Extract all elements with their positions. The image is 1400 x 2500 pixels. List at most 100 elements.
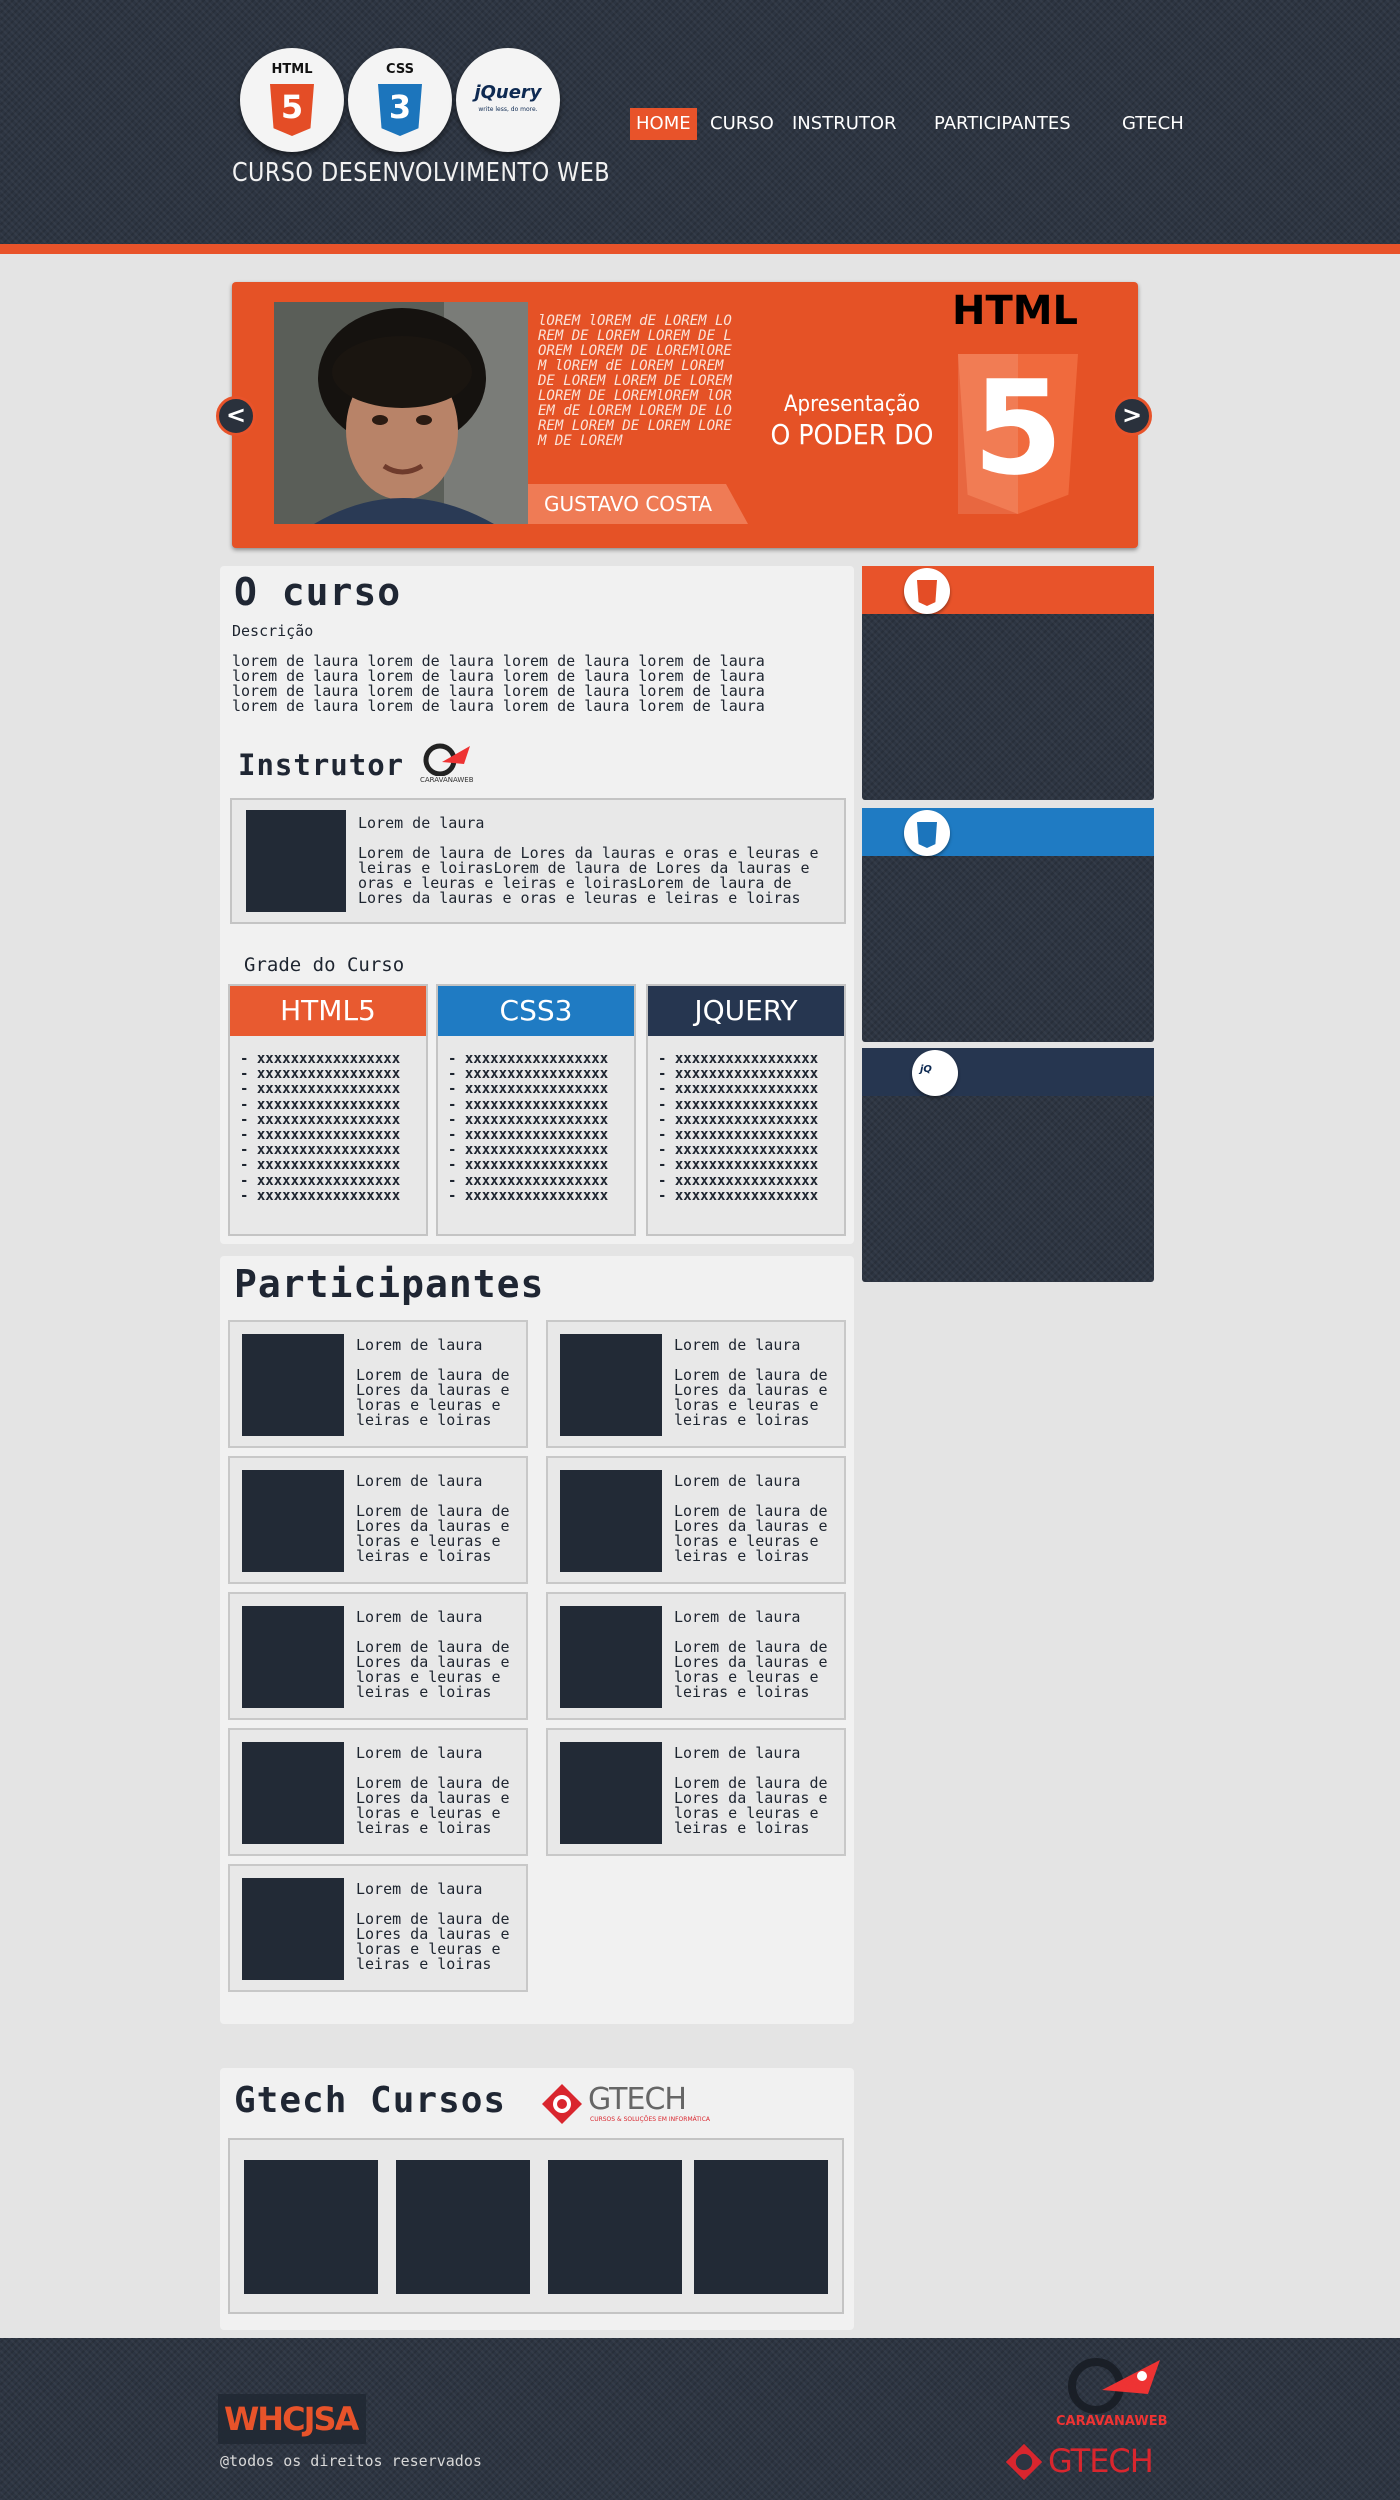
grade-item: - xxxxxxxxxxxxxxxxx [240, 1142, 401, 1159]
grade-item: - xxxxxxxxxxxxxxxxx [240, 1187, 401, 1204]
grade-item: - xxxxxxxxxxxxxxxxx [658, 1096, 819, 1113]
grade-title: Grade do Curso [244, 954, 405, 976]
gtech-title: Gtech Cursos [234, 2080, 507, 2121]
participante-bio: Lorem de laura de Lores da lauras e lora… [674, 1502, 828, 1565]
instrutor-name: Lorem de laura [358, 814, 485, 832]
sidebar-html5-box[interactable] [862, 566, 1154, 800]
gtech-course-thumb[interactable] [244, 2160, 378, 2294]
gtech-logo: GTECH CURSOS & SOLUÇÕES EM INFORMÁTICA [540, 2082, 740, 2126]
participante-name: Lorem de laura [674, 1608, 801, 1626]
grade-item: - xxxxxxxxxxxxxxxxx [448, 1172, 609, 1189]
participante-card[interactable]: Lorem de laura Lorem de laura de Lores da… [546, 1728, 846, 1856]
grade-item: - xxxxxxxxxxxxxxxxx [658, 1142, 819, 1159]
nav-instrutor[interactable]: INSTRUTOR [786, 108, 903, 140]
html5-icon [904, 568, 950, 614]
participante-name: Lorem de laura [356, 1880, 483, 1898]
instrutor-card: Lorem de laura Lorem de laura de Lores d… [230, 798, 846, 924]
instructor-photo [274, 302, 528, 524]
descricao-label: Descrição [232, 622, 314, 640]
participante-bio: Lorem de laura de Lores da lauras e lora… [356, 1910, 510, 1973]
grade-item: - xxxxxxxxxxxxxxxxx [658, 1051, 819, 1067]
participante-card[interactable]: Lorem de laura Lorem de laura de Lores da… [546, 1456, 846, 1584]
nav-home[interactable]: HOME [630, 108, 697, 140]
grade-item: - xxxxxxxxxxxxxxxxx [240, 1127, 401, 1144]
gtech-courses [228, 2138, 844, 2314]
grade-list: - xxxxxxxxxxxxxxxxx - xxxxxxxxxxxxxxxxx - … [240, 1051, 401, 1204]
hero-slider: lOREM lOREM dE LOREM LOREM DE LOREM LORE… [232, 282, 1138, 548]
grade-item: - xxxxxxxxxxxxxxxxx [448, 1066, 609, 1083]
participante-card[interactable]: Lorem de laura Lorem de laura de Lores da… [546, 1592, 846, 1720]
site-title: CURSO DESENVOLVIMENTO WEB [232, 158, 611, 188]
slider-next-button[interactable]: > [1112, 396, 1152, 436]
participante-name: Lorem de laura [674, 1472, 801, 1490]
grade-item: - xxxxxxxxxxxxxxxxx [658, 1066, 819, 1083]
grade-item: - xxxxxxxxxxxxxxxxx [658, 1187, 819, 1204]
grade-item: - xxxxxxxxxxxxxxxxx [658, 1172, 819, 1189]
caravanaweb-logo: CARAVANAWEB [420, 742, 480, 788]
participante-name: Lorem de laura [356, 1608, 483, 1626]
css3-logo: CSS 3 [348, 48, 452, 152]
participante-card[interactable]: Lorem de laura Lorem de laura de Lores da… [228, 1320, 528, 1448]
html5-slide-logo: HTML 5 [940, 288, 1090, 528]
footer-gtech-logo: GTECH [1004, 2442, 1194, 2486]
participante-card[interactable]: Lorem de laura Lorem de laura de Lores da… [228, 1864, 528, 1992]
participante-name: Lorem de laura [356, 1744, 483, 1762]
instrutor-title: Instrutor [238, 748, 405, 782]
grade-item: - xxxxxxxxxxxxxxxxx [240, 1111, 401, 1128]
participante-avatar [242, 1334, 344, 1436]
gtech-course-thumb[interactable] [548, 2160, 682, 2294]
curso-title: O curso [234, 570, 402, 614]
slide-name-tag: GUSTAVO COSTA [528, 484, 748, 524]
participante-bio: Lorem de laura de Lores da lauras e lora… [356, 1366, 510, 1429]
sidebar-jquery-box[interactable]: jQ [862, 1048, 1154, 1282]
nav-curso[interactable]: CURSO [704, 108, 780, 140]
jquery-logo: jQuery write less, do more. [456, 48, 560, 152]
nav-gtech[interactable]: GTECH [1116, 108, 1190, 140]
footer-brand-logo: WHCJSA [218, 2394, 366, 2444]
sidebar-css3-box[interactable] [862, 808, 1154, 1042]
grade-item: - xxxxxxxxxxxxxxxxx [240, 1051, 401, 1067]
grade-item: - xxxxxxxxxxxxxxxxx [448, 1111, 609, 1128]
gtech-course-thumb[interactable] [694, 2160, 828, 2294]
participante-bio: Lorem de laura de Lores da lauras e lora… [674, 1774, 828, 1837]
grade-item: - xxxxxxxxxxxxxxxxx [240, 1066, 401, 1083]
gtech-course-thumb[interactable] [396, 2160, 530, 2294]
participante-bio: Lorem de laura de Lores da lauras e lora… [674, 1638, 828, 1701]
grade-item: - xxxxxxxxxxxxxxxxx [448, 1142, 609, 1159]
participantes-title: Participantes [234, 1262, 545, 1306]
nav-participantes[interactable]: PARTICIPANTES [928, 108, 1077, 140]
participantes-panel: Participantes Lorem de laura Lorem de lau… [220, 1256, 854, 2024]
participante-bio: Lorem de laura de Lores da lauras e lora… [356, 1502, 510, 1565]
html5-logo: HTML 5 [240, 48, 344, 152]
participante-name: Lorem de laura [674, 1336, 801, 1354]
participante-avatar [242, 1742, 344, 1844]
participante-card[interactable]: Lorem de laura Lorem de laura de Lores da… [546, 1320, 846, 1448]
participante-name: Lorem de laura [356, 1472, 483, 1490]
gtech-panel: Gtech Cursos GTECH CURSOS & SOLUÇÕES EM … [220, 2068, 854, 2330]
participante-name: Lorem de laura [674, 1744, 801, 1762]
footer-copyright: @todos os direitos reservados [220, 2452, 482, 2470]
curso-panel: O curso Descrição lorem de laura lorem d… [220, 566, 854, 1244]
slide-text: lOREM lOREM dE LOREM LOREM DE LOREM LORE… [538, 313, 732, 449]
participante-bio: Lorem de laura de Lores da lauras e lora… [674, 1366, 828, 1429]
participante-bio: Lorem de laura de Lores da lauras e lora… [356, 1638, 510, 1701]
slide-subheading: O PODER DO [770, 418, 934, 451]
grade-item: - xxxxxxxxxxxxxxxxx [658, 1157, 819, 1174]
site-footer: WHCJSA @todos os direitos reservados CAR… [0, 2338, 1400, 2500]
participante-card[interactable]: Lorem de laura Lorem de laura de Lores da… [228, 1592, 528, 1720]
participante-card[interactable]: Lorem de laura Lorem de laura de Lores da… [228, 1728, 528, 1856]
slider-prev-button[interactable]: < [216, 396, 256, 436]
grade-item: - xxxxxxxxxxxxxxxxx [240, 1081, 401, 1098]
grade-item: - xxxxxxxxxxxxxxxxx [448, 1096, 609, 1113]
grade-item: - xxxxxxxxxxxxxxxxx [240, 1172, 401, 1189]
descricao-line: lorem de laura lorem de laura lorem de l… [232, 697, 765, 715]
footer-caravanaweb-logo: CARAVANAWEB [1056, 2354, 1176, 2434]
participante-card[interactable]: Lorem de laura Lorem de laura de Lores da… [228, 1456, 528, 1584]
grade-list: - xxxxxxxxxxxxxxxxx - xxxxxxxxxxxxxxxxx - … [658, 1051, 819, 1204]
participante-name: Lorem de laura [356, 1336, 483, 1354]
site-header: HTML 5 CSS 3 jQuery write less, do more.… [0, 0, 1400, 248]
participante-avatar [560, 1606, 662, 1708]
grade-column-html5: HTML5 - xxxxxxxxxxxxxxxxx - xxxxxxxxxxxxx… [228, 984, 428, 1236]
jquery-icon: jQ [912, 1050, 958, 1096]
participante-avatar [560, 1742, 662, 1844]
